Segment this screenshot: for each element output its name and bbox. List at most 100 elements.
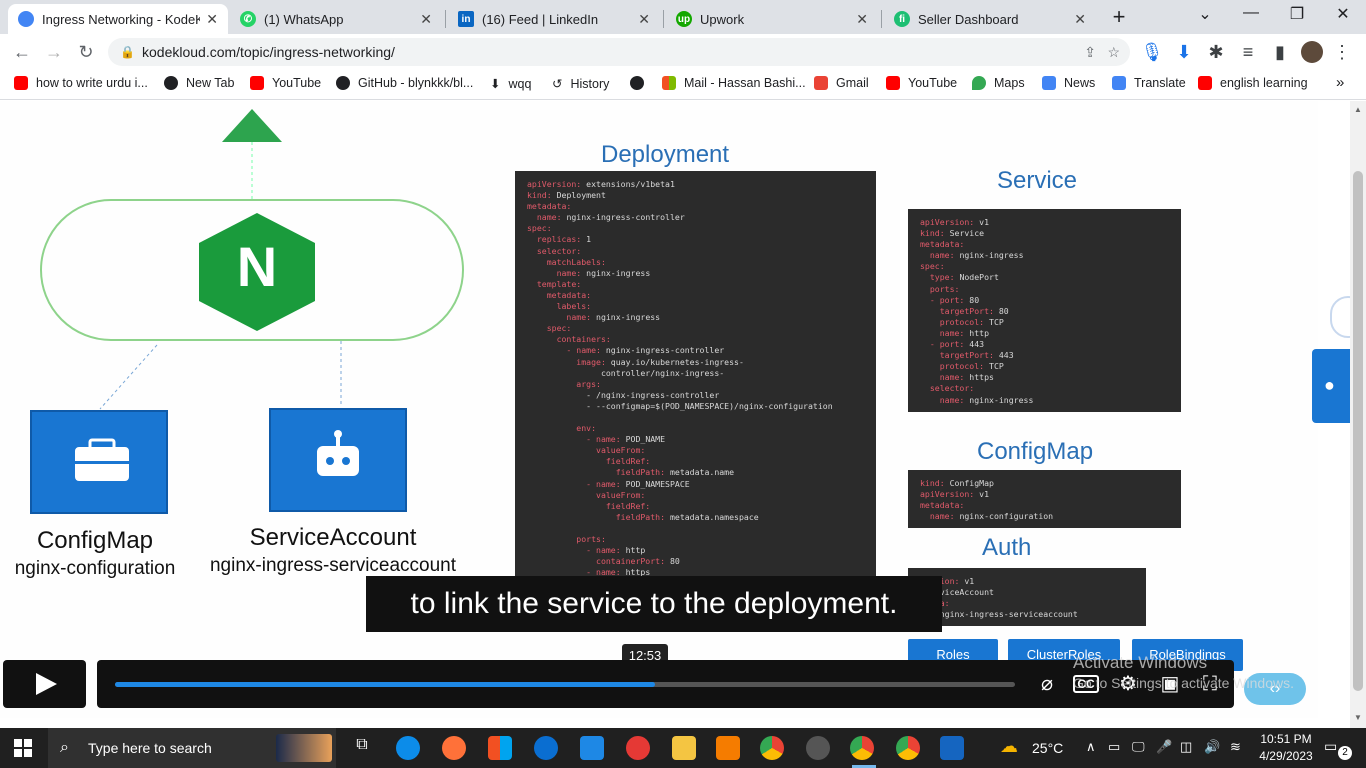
firefox-icon[interactable] xyxy=(442,736,466,760)
speed-icon[interactable]: ⌀ xyxy=(1034,671,1060,697)
settings-app-icon[interactable] xyxy=(716,736,740,760)
menu-kebab-icon[interactable]: ⋮ xyxy=(1330,40,1354,64)
chrome-icon[interactable] xyxy=(760,736,784,760)
close-icon[interactable]: ✕ xyxy=(856,11,868,28)
bookmark-item[interactable]: YouTube xyxy=(250,76,321,90)
share-icon[interactable]: ⇪ xyxy=(1084,38,1096,66)
side-panel-icon[interactable]: ▮ xyxy=(1268,40,1292,64)
bookmark-label: History xyxy=(570,76,610,91)
weather-temp[interactable]: 25°C xyxy=(1032,740,1063,756)
code-value: ConfigMap xyxy=(944,478,994,488)
volume-icon[interactable]: 🔊 xyxy=(1204,739,1220,755)
microphone-icon[interactable]: 🎙 xyxy=(1140,40,1164,64)
back-arrow-icon[interactable]: ← xyxy=(10,40,34,64)
tab-linkedin[interactable]: in (16) Feed | LinkedIn ✕ xyxy=(448,4,660,34)
tab-divider xyxy=(445,10,446,28)
code-line: targetPort: 80 xyxy=(920,306,1169,317)
skype-icon[interactable] xyxy=(534,736,558,760)
bookmark-item[interactable]: english learning xyxy=(1198,76,1308,90)
minimize-button[interactable]: — xyxy=(1228,4,1274,22)
address-bar[interactable]: 🔒 kodekloud.com/topic/ingress-networking… xyxy=(108,38,1130,66)
bookmark-item[interactable]: ↺ History xyxy=(552,76,610,92)
page-scrollbar[interactable]: ▲ ▼ xyxy=(1350,101,1366,728)
window-close-button[interactable]: ✕ xyxy=(1320,4,1366,24)
mic-tray-icon[interactable]: 🎤 xyxy=(1156,739,1172,755)
task-view-icon[interactable]: ⧉ xyxy=(350,736,374,760)
bookmark-item[interactable] xyxy=(630,76,652,90)
code-key: ports: xyxy=(920,283,960,294)
tab-seller-dashboard[interactable]: fi Seller Dashboard ✕ xyxy=(884,4,1096,34)
code-line: name: nginx-ingress xyxy=(527,268,864,279)
edge-icon[interactable] xyxy=(396,736,420,760)
bookmark-item[interactable]: New Tab xyxy=(164,76,234,90)
close-icon[interactable]: ✕ xyxy=(420,11,432,28)
bookmark-item[interactable]: GitHub - blynkkk/bl... xyxy=(336,76,473,90)
chrome-profile-icon[interactable] xyxy=(850,736,874,760)
connector-line xyxy=(99,344,158,410)
taskbar-search-box[interactable]: ⌕ Type here to search xyxy=(48,728,336,768)
maximize-button[interactable]: ❐ xyxy=(1274,4,1320,24)
bookmark-item[interactable]: Gmail xyxy=(814,76,869,90)
mail-icon[interactable] xyxy=(580,736,604,760)
photos-icon[interactable] xyxy=(940,736,964,760)
close-icon[interactable]: ✕ xyxy=(638,11,650,28)
download-icon[interactable]: ⬇ xyxy=(1172,40,1196,64)
progress-track[interactable] xyxy=(115,682,1015,687)
chat-widget-button[interactable]: ● xyxy=(1312,349,1350,423)
tab-search-chevron-icon[interactable]: ⌄ xyxy=(1182,4,1228,24)
bookmark-item[interactable]: Mail - Hassan Bashi... xyxy=(662,76,806,90)
code-value: TCP xyxy=(984,361,1004,372)
scroll-down-icon[interactable]: ▼ xyxy=(1354,713,1362,722)
bookmark-item[interactable]: YouTube xyxy=(886,76,957,90)
code-value: TCP xyxy=(984,316,1004,327)
notifications-icon[interactable]: ▭ xyxy=(1324,738,1337,755)
tab-kodekloud[interactable]: Ingress Networking - KodeKl ✕ xyxy=(8,4,228,34)
serviceaccount-box xyxy=(269,408,407,512)
app-icon[interactable] xyxy=(626,736,650,760)
bookmark-label: english learning xyxy=(1220,76,1308,90)
new-tab-button[interactable]: + xyxy=(1096,4,1142,30)
scroll-up-icon[interactable]: ▲ xyxy=(1354,105,1362,114)
code-key: name: xyxy=(527,267,582,278)
tab-upwork[interactable]: up Upwork ✕ xyxy=(666,4,878,34)
clock-time[interactable]: 10:51 PM xyxy=(1258,732,1314,746)
weather-icon[interactable]: ☁ xyxy=(1000,736,1018,757)
file-explorer-icon[interactable] xyxy=(672,736,696,760)
scrollbar-thumb[interactable] xyxy=(1353,171,1363,691)
bookmarks-overflow-chevron-icon[interactable]: » xyxy=(1336,74,1344,91)
navigation-bar: ← → ↻ 🔒 kodekloud.com/topic/ingress-netw… xyxy=(0,34,1366,70)
windows-start-icon[interactable] xyxy=(14,739,32,757)
code-value: 443 xyxy=(964,339,985,350)
code-value: http xyxy=(964,327,990,338)
network-icon[interactable]: 🖵 xyxy=(1132,739,1145,755)
microsoft-store-icon[interactable] xyxy=(488,736,512,760)
forward-arrow-icon[interactable]: → xyxy=(42,40,66,64)
bookmark-item[interactable]: Translate xyxy=(1112,76,1186,90)
extensions-icon[interactable]: ✱ xyxy=(1204,40,1228,64)
media-control-icon[interactable]: ≡ xyxy=(1236,40,1260,64)
tab-divider xyxy=(881,10,882,28)
wifi-icon[interactable]: ≋ xyxy=(1230,739,1241,755)
play-button[interactable] xyxy=(3,660,86,708)
tray-chevron-icon[interactable]: ∧ xyxy=(1086,739,1096,755)
chrome-profile-icon[interactable] xyxy=(896,736,920,760)
code-key: apiVersion: xyxy=(527,179,582,189)
code-value: 1 xyxy=(581,234,592,245)
display-icon[interactable]: ◫ xyxy=(1180,739,1192,755)
bookmark-item[interactable]: how to write urdu i... xyxy=(14,76,148,90)
reload-icon[interactable]: ↻ xyxy=(74,40,98,64)
obs-icon[interactable] xyxy=(806,736,830,760)
tab-whatsapp[interactable]: ✆ (1) WhatsApp ✕ xyxy=(230,4,442,34)
battery-icon[interactable]: ▭ xyxy=(1108,739,1120,755)
bookmark-item[interactable]: News xyxy=(1042,76,1095,90)
code-key: ports: xyxy=(527,534,606,544)
close-icon[interactable]: ✕ xyxy=(1074,11,1086,28)
bookmark-star-icon[interactable]: ☆ xyxy=(1107,38,1120,66)
bookmark-item[interactable]: Maps xyxy=(972,76,1025,90)
bookmark-item[interactable]: ⬇ wqq xyxy=(490,76,531,92)
close-icon[interactable]: ✕ xyxy=(206,11,218,28)
briefcase-icon xyxy=(75,438,129,481)
floating-widget[interactable] xyxy=(1330,296,1350,338)
clock-date[interactable]: 4/29/2023 xyxy=(1256,749,1316,763)
avatar[interactable] xyxy=(1301,41,1323,63)
